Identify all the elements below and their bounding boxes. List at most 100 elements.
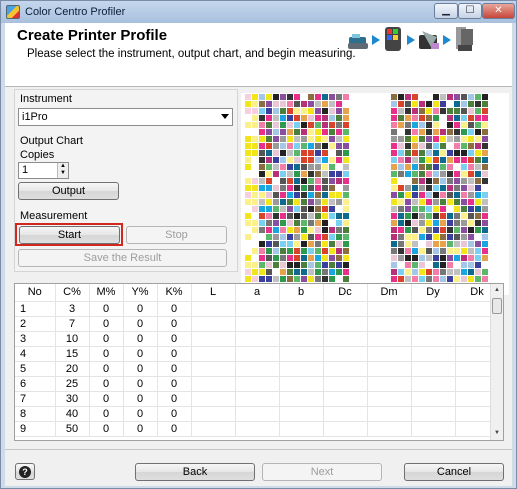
spin-up-icon[interactable]: ▲	[58, 163, 68, 170]
column-header[interactable]: Y%	[123, 284, 158, 302]
color-patch	[336, 234, 342, 240]
color-patch	[301, 143, 307, 149]
color-patch	[266, 269, 272, 275]
color-patch	[405, 108, 411, 114]
table-row[interactable]: 27000	[15, 316, 500, 332]
table-row[interactable]: 4 15 0 0 0	[15, 346, 500, 362]
color-patch	[294, 220, 300, 226]
color-patch	[245, 234, 251, 240]
color-patch	[245, 227, 251, 233]
color-patch	[454, 227, 460, 233]
scroll-thumb[interactable]	[492, 298, 502, 314]
patch-grid-right	[391, 94, 489, 286]
color-patch	[391, 192, 397, 198]
table-cell: 0	[123, 391, 158, 407]
measurement-table[interactable]: No C% M% Y% K% La b Dc Dm Dy Dk 1 3 0 0 0 2 7 0 0 0 3 10 0 0 0 4 1…	[14, 283, 504, 441]
color-patch	[454, 199, 460, 205]
instrument-select[interactable]: i1Pro	[18, 108, 233, 126]
color-patch	[419, 234, 425, 240]
wizard-client: Create Printer Profile Please select the…	[5, 23, 512, 486]
table-cell: 0	[157, 346, 192, 362]
table-row[interactable]: 9 50 0 0 0	[15, 421, 500, 437]
color-patch	[440, 276, 446, 282]
column-header[interactable]: C%	[55, 284, 90, 302]
color-patch	[336, 115, 342, 121]
column-header[interactable]: K%	[157, 284, 192, 302]
column-header[interactable]: L	[191, 284, 236, 302]
color-patch	[461, 220, 467, 226]
help-button[interactable]: ?	[15, 463, 35, 480]
title-bar[interactable]: Color Centro Profiler ▁ ☐ ✕	[1, 1, 516, 23]
color-patch	[461, 234, 467, 240]
column-header[interactable]: Dy	[411, 284, 456, 302]
color-patch	[273, 269, 279, 275]
color-patch	[301, 220, 307, 226]
color-patch	[329, 234, 335, 240]
color-patch	[259, 199, 265, 205]
color-patch	[405, 255, 411, 261]
output-button[interactable]: Output	[18, 182, 119, 200]
color-patch	[454, 108, 460, 114]
color-patch	[398, 143, 404, 149]
scroll-down-icon[interactable]: ▼	[491, 427, 503, 440]
color-patch	[475, 143, 481, 149]
cancel-button[interactable]: Cancel	[404, 463, 504, 481]
color-patch	[433, 220, 439, 226]
copies-stepper[interactable]: 1 ▲ ▼	[18, 162, 69, 179]
minimize-button[interactable]: ▁	[434, 3, 458, 19]
next-button[interactable]: Next	[262, 463, 382, 481]
maximize-button[interactable]: ☐	[458, 3, 482, 19]
color-patch	[252, 192, 258, 198]
color-patch	[461, 248, 467, 254]
column-header[interactable]: M%	[89, 284, 124, 302]
color-patch	[433, 276, 439, 282]
color-patch	[280, 220, 286, 226]
copies-spin-buttons[interactable]: ▲ ▼	[57, 163, 68, 178]
color-patch	[405, 164, 411, 170]
color-patch	[433, 129, 439, 135]
color-patch	[482, 150, 488, 156]
save-result-button[interactable]: Save the Result	[18, 249, 227, 267]
stop-button[interactable]: Stop	[126, 226, 227, 244]
color-patch	[287, 171, 293, 177]
color-patch	[273, 157, 279, 163]
column-header[interactable]: a	[235, 284, 280, 302]
close-button[interactable]: ✕	[482, 3, 515, 19]
start-button[interactable]: Start	[19, 226, 120, 244]
table-row[interactable]: 6 25 0 0 0	[15, 376, 500, 392]
color-patch	[329, 206, 335, 212]
table-cell	[367, 391, 412, 407]
table-row[interactable]: 3 10 0 0 0	[15, 331, 500, 347]
color-patch	[405, 129, 411, 135]
color-patch	[419, 220, 425, 226]
column-header[interactable]: Dm	[367, 284, 412, 302]
table-row[interactable]: 5 20 0 0 0	[15, 361, 500, 377]
table-row[interactable]: 13000	[15, 301, 500, 317]
color-patch	[329, 122, 335, 128]
table-row[interactable]: 8 40 0 0 0	[15, 406, 500, 422]
color-patch	[412, 192, 418, 198]
color-patch	[440, 101, 446, 107]
color-patch	[329, 255, 335, 261]
color-patch	[482, 171, 488, 177]
column-header[interactable]: b	[279, 284, 324, 302]
column-header[interactable]: No	[15, 284, 56, 302]
color-patch	[329, 178, 335, 184]
color-patch	[245, 101, 251, 107]
back-button[interactable]: Back	[135, 463, 255, 481]
table-cell: 0	[157, 301, 192, 317]
color-patch	[280, 262, 286, 268]
scroll-up-icon[interactable]: ▲	[491, 284, 503, 297]
table-row[interactable]: 7 30 0 0 0	[15, 391, 500, 407]
color-patch	[266, 192, 272, 198]
color-patch	[482, 241, 488, 247]
color-patch	[468, 115, 474, 121]
color-patch	[259, 157, 265, 163]
vertical-scrollbar[interactable]: ▲ ▼	[490, 284, 503, 440]
color-patch	[391, 143, 397, 149]
spin-down-icon[interactable]: ▼	[58, 170, 68, 177]
color-patch	[433, 255, 439, 261]
color-patch	[322, 171, 328, 177]
measurement-label: Measurement	[20, 210, 88, 222]
column-header[interactable]: Dc	[323, 284, 368, 302]
